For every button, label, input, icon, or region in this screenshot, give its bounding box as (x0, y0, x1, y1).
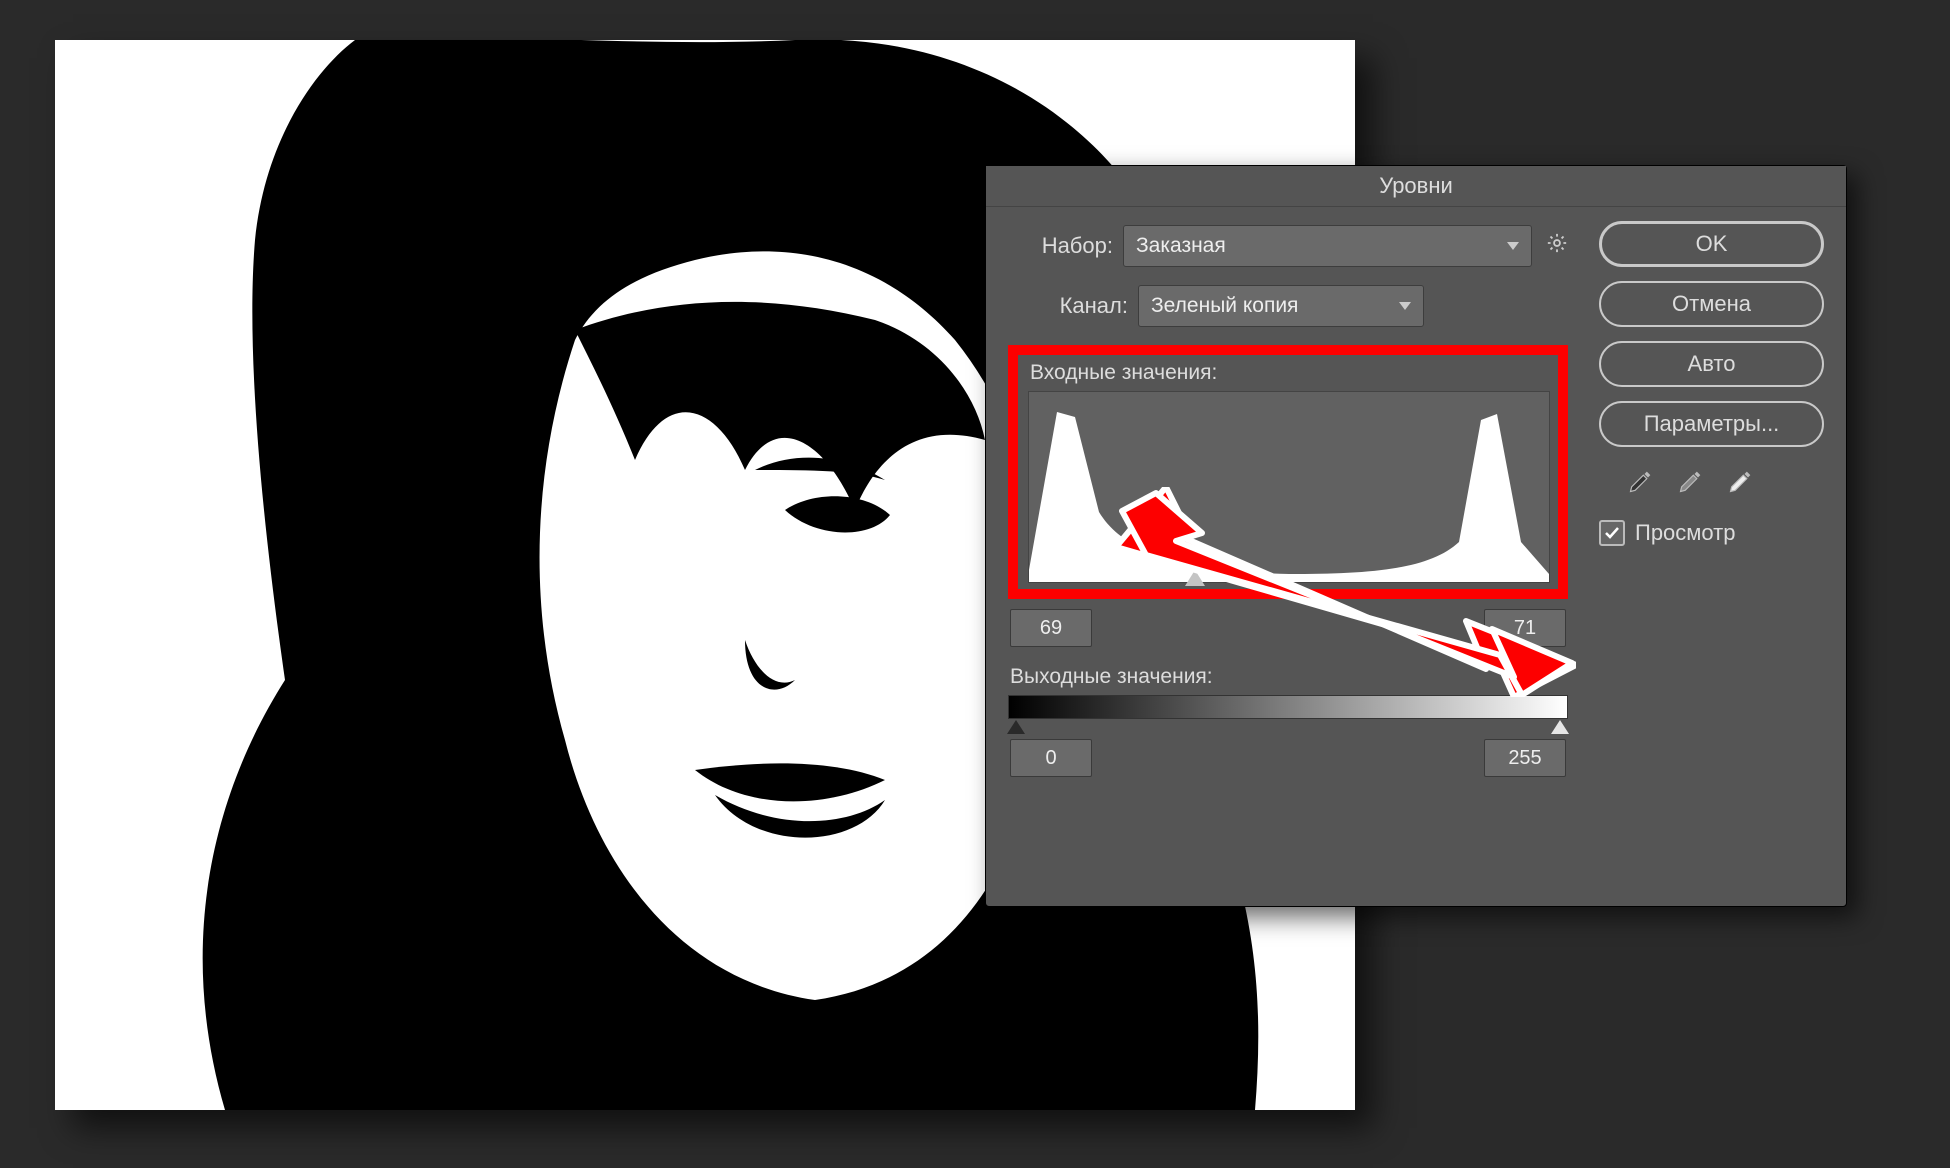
cancel-button[interactable]: Отмена (1599, 281, 1824, 327)
midtone-slider[interactable] (1185, 570, 1205, 586)
output-white-slider[interactable] (1551, 720, 1569, 734)
channel-select[interactable]: Зеленый копия (1138, 285, 1424, 327)
input-black-value[interactable]: 69 (1010, 609, 1092, 647)
preset-select[interactable]: Заказная (1123, 225, 1532, 267)
gray-point-eyedropper-icon[interactable] (1677, 467, 1705, 502)
preview-label: Просмотр (1635, 520, 1735, 546)
preset-gear-icon[interactable] (1546, 232, 1568, 261)
levels-controls: Набор: Заказная Канал: Зеленый копия (1008, 225, 1568, 777)
preview-checkbox[interactable] (1599, 520, 1625, 546)
chevron-down-icon (1399, 302, 1411, 310)
output-black-value[interactable]: 0 (1010, 739, 1092, 777)
chevron-down-icon (1507, 242, 1519, 250)
dialog-title: Уровни (986, 166, 1846, 207)
black-point-eyedropper-icon[interactable] (1627, 467, 1655, 502)
ok-button[interactable]: OK (1599, 221, 1824, 267)
output-white-value[interactable]: 255 (1484, 739, 1566, 777)
output-black-slider[interactable] (1007, 720, 1025, 734)
input-levels-label: Входные значения: (1030, 361, 1548, 385)
channel-label: Канал: (1008, 293, 1138, 319)
input-white-value[interactable]: 71 (1484, 609, 1566, 647)
histogram[interactable] (1028, 391, 1550, 583)
output-gradient[interactable] (1008, 695, 1568, 719)
options-button[interactable]: Параметры... (1599, 401, 1824, 447)
auto-button[interactable]: Авто (1599, 341, 1824, 387)
levels-dialog: Уровни OK Отмена Авто Параметры... (985, 165, 1847, 907)
dialog-button-column: OK Отмена Авто Параметры... (1599, 221, 1824, 546)
channel-value: Зеленый копия (1151, 294, 1298, 318)
eyedropper-group (1627, 467, 1824, 502)
input-levels-highlight: Входные значения: (1008, 345, 1568, 599)
stage: Уровни OK Отмена Авто Параметры... (0, 0, 1950, 1168)
output-levels-label: Выходные значения: (1010, 665, 1568, 689)
preset-value: Заказная (1136, 234, 1226, 258)
white-point-eyedropper-icon[interactable] (1727, 467, 1755, 502)
preset-label: Набор: (1008, 233, 1123, 259)
